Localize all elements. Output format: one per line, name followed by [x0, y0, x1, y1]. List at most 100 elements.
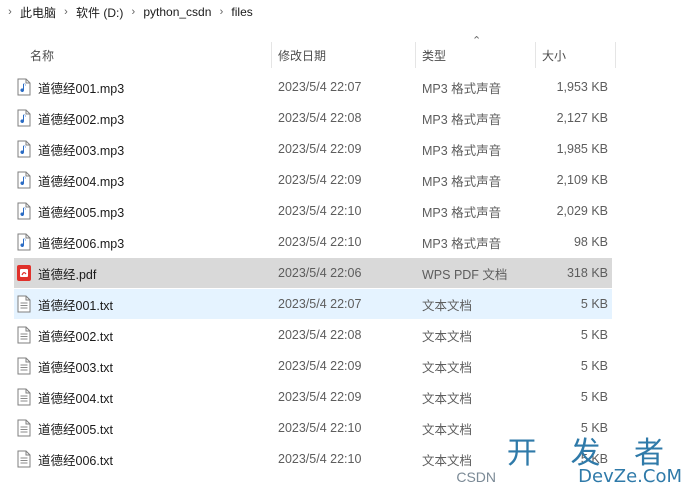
audio-file-icon [16, 140, 32, 158]
file-name: 道德经003.mp3 [38, 143, 125, 158]
file-date: 2023/5/4 22:10 [278, 421, 362, 435]
chevron-right-icon[interactable]: › [127, 6, 139, 18]
file-name: 道德经.pdf [38, 267, 97, 282]
file-type: 文本文档 [422, 298, 473, 313]
file-name: 道德经001.txt [38, 298, 114, 313]
chevron-right-icon[interactable]: › [215, 6, 227, 18]
file-name-cell[interactable]: 道德经005.txt [16, 413, 113, 443]
file-date: 2023/5/4 22:06 [278, 266, 362, 280]
file-name: 道德经002.txt [38, 329, 114, 344]
file-name-cell[interactable]: 道德经001.txt [16, 289, 113, 319]
file-row[interactable]: 道德经006.mp3 2023/5/4 22:10 MP3 格式声音 98 KB [14, 227, 612, 257]
file-row[interactable]: 道德经004.txt 2023/5/4 22:09 文本文档 5 KB [14, 382, 612, 412]
file-explorer-window: › 此电脑 › 软件 (D:) › python_csdn › files 名称… [0, 0, 686, 500]
file-type: MP3 格式声音 [422, 81, 502, 96]
file-size: 5 KB [580, 297, 608, 311]
breadcrumb-item-drive-d[interactable]: 软件 (D:) [72, 4, 127, 21]
file-name: 道德经006.mp3 [38, 236, 125, 251]
file-name-cell[interactable]: 道德经001.mp3 [16, 72, 124, 102]
file-size: 5 KB [580, 390, 608, 404]
file-row[interactable]: 道德经001.mp3 2023/5/4 22:07 MP3 格式声音 1,953 KB [14, 72, 612, 102]
column-header-type[interactable]: 类型 [422, 38, 446, 72]
file-date: 2023/5/4 22:08 [278, 111, 362, 125]
file-type: MP3 格式声音 [422, 143, 502, 158]
text-file-icon [16, 326, 32, 344]
column-header-date[interactable]: 修改日期 [278, 38, 326, 72]
audio-file-icon [16, 109, 32, 127]
text-file-icon [16, 419, 32, 437]
file-type: 文本文档 [422, 360, 473, 375]
file-name-cell[interactable]: 道德经006.mp3 [16, 227, 124, 257]
file-name-cell[interactable]: 道德经003.txt [16, 351, 113, 381]
column-divider[interactable] [535, 42, 536, 68]
audio-file-icon [16, 202, 32, 220]
file-name: 道德经005.mp3 [38, 205, 125, 220]
file-name-cell[interactable]: 道德经004.mp3 [16, 165, 124, 195]
file-name-cell[interactable]: 道德经003.mp3 [16, 134, 124, 164]
file-name-cell[interactable]: 道德经002.txt [16, 320, 113, 350]
audio-file-icon [16, 78, 32, 96]
file-size: 2,029 KB [556, 204, 608, 218]
file-size: 2,127 KB [556, 111, 608, 125]
file-row[interactable]: 道德经.pdf 2023/5/4 22:06 WPS PDF 文档 318 KB [14, 258, 612, 288]
file-size: 1,953 KB [556, 80, 608, 94]
sort-caret-up-icon: ⌃ [472, 35, 482, 47]
file-name: 道德经006.txt [38, 453, 114, 468]
file-size: 98 KB [573, 235, 608, 249]
breadcrumb-item-files[interactable]: files [227, 5, 256, 19]
file-date: 2023/5/4 22:07 [278, 80, 362, 94]
chevron-right-icon[interactable]: › [4, 6, 16, 18]
file-row[interactable]: 道德经002.mp3 2023/5/4 22:08 MP3 格式声音 2,127 KB [14, 103, 612, 133]
audio-file-icon [16, 171, 32, 189]
file-date: 2023/5/4 22:08 [278, 328, 362, 342]
file-row[interactable]: 道德经002.txt 2023/5/4 22:08 文本文档 5 KB [14, 320, 612, 350]
file-date: 2023/5/4 22:10 [278, 204, 362, 218]
file-type: 文本文档 [422, 422, 473, 437]
column-divider[interactable] [271, 42, 272, 68]
text-file-icon [16, 295, 32, 313]
file-name: 道德经001.mp3 [38, 81, 125, 96]
file-name: 道德经004.txt [38, 391, 114, 406]
text-file-icon [16, 450, 32, 468]
file-date: 2023/5/4 22:10 [278, 452, 362, 466]
file-date: 2023/5/4 22:09 [278, 359, 362, 373]
file-row[interactable]: 道德经004.mp3 2023/5/4 22:09 MP3 格式声音 2,109 KB [14, 165, 612, 195]
file-size: 5 KB [580, 359, 608, 373]
file-row[interactable]: 道德经001.txt 2023/5/4 22:07 文本文档 5 KB [14, 289, 612, 319]
file-type: 文本文档 [422, 391, 473, 406]
column-divider[interactable] [415, 42, 416, 68]
breadcrumb-item-this-pc[interactable]: 此电脑 [16, 4, 60, 21]
file-type: MP3 格式声音 [422, 205, 502, 220]
file-name-cell[interactable]: 道德经.pdf [16, 258, 96, 288]
column-header-name[interactable]: 名称 [30, 38, 54, 72]
breadcrumb-item-python-csdn[interactable]: python_csdn [139, 5, 215, 19]
file-name-cell[interactable]: 道德经002.mp3 [16, 103, 124, 133]
file-type: MP3 格式声音 [422, 112, 502, 127]
file-size: 318 KB [566, 266, 608, 280]
file-name-cell[interactable]: 道德经004.txt [16, 382, 113, 412]
file-type: WPS PDF 文档 [422, 267, 508, 282]
file-date: 2023/5/4 22:09 [278, 390, 362, 404]
text-file-icon [16, 388, 32, 406]
breadcrumb: › 此电脑 › 软件 (D:) › python_csdn › files [0, 0, 686, 24]
column-header-size[interactable]: 大小 [542, 38, 566, 72]
file-type: MP3 格式声音 [422, 236, 502, 251]
file-name: 道德经004.mp3 [38, 174, 125, 189]
file-row[interactable]: 道德经003.mp3 2023/5/4 22:09 MP3 格式声音 1,985 KB [14, 134, 612, 164]
file-name: 道德经002.mp3 [38, 112, 125, 127]
file-size: 1,985 KB [556, 142, 608, 156]
file-size: 2,109 KB [556, 173, 608, 187]
file-name-cell[interactable]: 道德经006.txt [16, 444, 113, 474]
file-name-cell[interactable]: 道德经005.mp3 [16, 196, 124, 226]
column-header: 名称 修改日期 类型 ⌃ 大小 [0, 35, 686, 72]
file-row[interactable]: 道德经003.txt 2023/5/4 22:09 文本文档 5 KB [14, 351, 612, 381]
file-type: MP3 格式声音 [422, 174, 502, 189]
file-row[interactable]: 道德经005.mp3 2023/5/4 22:10 MP3 格式声音 2,029 KB [14, 196, 612, 226]
file-name: 道德经005.txt [38, 422, 114, 437]
file-date: 2023/5/4 22:09 [278, 173, 362, 187]
chevron-right-icon[interactable]: › [60, 6, 72, 18]
file-name: 道德经003.txt [38, 360, 114, 375]
column-divider[interactable] [615, 42, 616, 68]
file-date: 2023/5/4 22:07 [278, 297, 362, 311]
audio-file-icon [16, 233, 32, 251]
